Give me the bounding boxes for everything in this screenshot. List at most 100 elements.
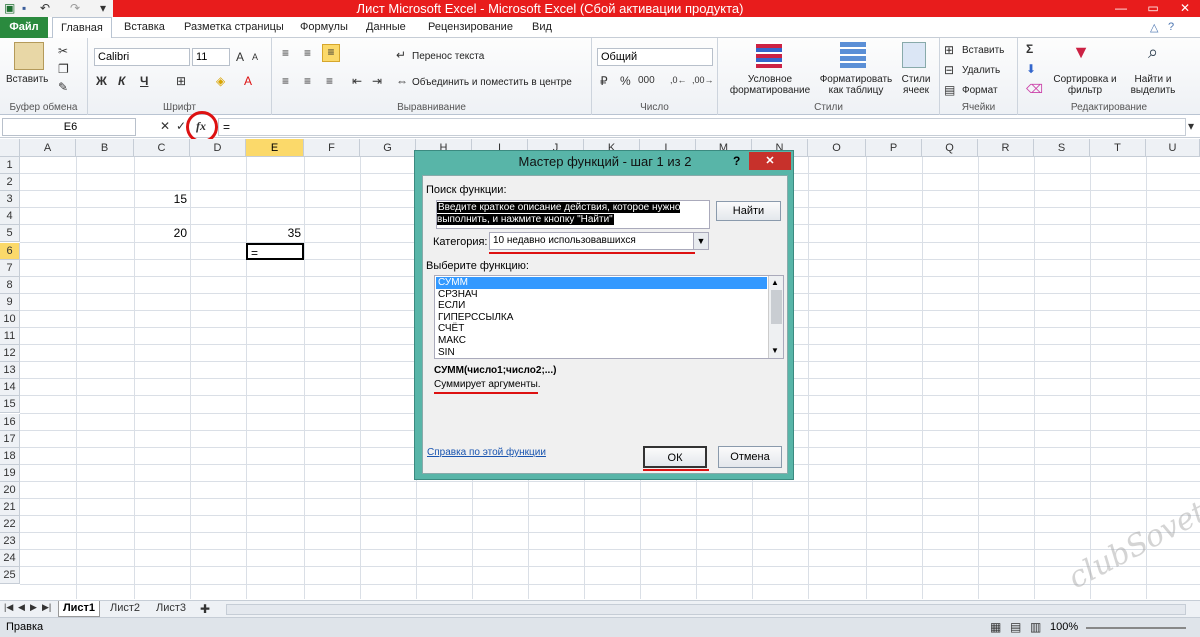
page-break-view-icon[interactable]: ▥ bbox=[1030, 620, 1041, 634]
function-item[interactable]: ЕСЛИ bbox=[436, 300, 767, 312]
row-header[interactable]: 16 bbox=[0, 413, 20, 431]
prev-sheet-icon[interactable]: ◀ bbox=[18, 602, 25, 613]
column-header[interactable]: F bbox=[304, 139, 360, 157]
tab-page-layout[interactable]: Разметка страницы bbox=[176, 17, 292, 38]
normal-view-icon[interactable]: ▦ bbox=[990, 620, 1001, 634]
category-dropdown-icon[interactable]: ▼ bbox=[693, 232, 709, 250]
column-header[interactable]: G bbox=[360, 139, 416, 157]
category-select[interactable]: 10 недавно использовавшихся bbox=[489, 232, 709, 250]
row-header[interactable]: 24 bbox=[0, 550, 20, 568]
align-bottom-icon[interactable]: ≡ bbox=[322, 44, 340, 62]
column-header[interactable]: R bbox=[978, 139, 1034, 157]
paste-icon[interactable] bbox=[14, 42, 44, 70]
cancel-entry-icon[interactable]: ✕ bbox=[160, 119, 170, 133]
row-header[interactable]: 21 bbox=[0, 499, 20, 517]
row-header[interactable]: 10 bbox=[0, 310, 20, 328]
format-painter-icon[interactable]: ✎ bbox=[58, 80, 68, 94]
insert-function-button[interactable]: fx bbox=[196, 119, 206, 134]
decrease-decimal-icon[interactable]: ,00→ bbox=[692, 75, 714, 85]
row-header[interactable]: 12 bbox=[0, 345, 20, 363]
horizontal-scrollbar[interactable] bbox=[226, 604, 1186, 615]
font-color-icon[interactable]: A bbox=[244, 74, 252, 88]
ok-button[interactable]: ОК bbox=[643, 446, 707, 468]
font-size-select[interactable]: 11 bbox=[192, 48, 230, 66]
conditional-format-button[interactable]: Условное форматирование bbox=[722, 74, 818, 96]
italic-button[interactable]: К bbox=[118, 74, 125, 88]
row-header[interactable]: 8 bbox=[0, 276, 20, 294]
new-sheet-icon[interactable]: ✚ bbox=[200, 602, 210, 616]
next-sheet-icon[interactable]: ▶ bbox=[30, 602, 37, 613]
scroll-up-icon[interactable]: ▲ bbox=[771, 278, 779, 287]
function-item[interactable]: SIN bbox=[436, 347, 767, 359]
minimize-button[interactable]: — bbox=[1106, 0, 1136, 17]
find-button[interactable]: Найти bbox=[716, 201, 781, 221]
sheet-tab-1[interactable]: Лист1 bbox=[58, 601, 100, 617]
paste-button[interactable]: Вставить bbox=[6, 74, 48, 85]
format-cells-icon[interactable]: ▤ bbox=[944, 83, 955, 97]
function-item[interactable]: ГИПЕРССЫЛКА bbox=[436, 312, 767, 324]
align-middle-icon[interactable]: ≡ bbox=[304, 46, 311, 60]
enter-entry-icon[interactable]: ✓ bbox=[176, 119, 186, 133]
row-header[interactable]: 23 bbox=[0, 533, 20, 551]
align-right-icon[interactable]: ≡ bbox=[326, 74, 333, 88]
currency-icon[interactable]: ₽ bbox=[600, 74, 608, 88]
sort-filter-button[interactable]: Сортировка и фильтр bbox=[1048, 74, 1122, 96]
cell-e5[interactable]: 35 bbox=[246, 225, 301, 242]
decrease-indent-icon[interactable]: ⇤ bbox=[352, 74, 362, 88]
cut-icon[interactable]: ✂ bbox=[58, 44, 68, 58]
insert-cells-button[interactable]: Вставить bbox=[962, 45, 1004, 56]
last-sheet-icon[interactable]: ▶| bbox=[42, 602, 51, 613]
clear-icon[interactable]: ⌫ bbox=[1026, 82, 1043, 96]
wrap-text-button[interactable]: Перенос текста bbox=[412, 51, 484, 62]
cell-styles-button[interactable]: Стили ячеек bbox=[896, 74, 936, 96]
tab-view[interactable]: Вид bbox=[524, 17, 560, 38]
dialog-help-icon[interactable]: ? bbox=[733, 154, 740, 168]
align-center-icon[interactable]: ≡ bbox=[304, 74, 311, 88]
search-input[interactable]: Введите краткое описание действия, котор… bbox=[436, 200, 710, 229]
row-header[interactable]: 13 bbox=[0, 362, 20, 380]
row-header[interactable]: 9 bbox=[0, 293, 20, 311]
column-header[interactable]: O bbox=[808, 139, 866, 157]
sheet-tab-3[interactable]: Лист3 bbox=[150, 601, 192, 617]
number-format-select[interactable]: Общий bbox=[597, 48, 713, 66]
sort-filter-icon[interactable]: ▼ bbox=[1070, 42, 1092, 68]
function-list[interactable]: СУММ СРЗНАЧ ЕСЛИ ГИПЕРССЫЛКА СЧЁТ МАКС SIN ▲ ▼ bbox=[434, 275, 784, 359]
dialog-close-button[interactable]: ✕ bbox=[749, 152, 791, 170]
column-header[interactable]: P bbox=[866, 139, 922, 157]
insert-cells-icon[interactable]: ⊞ bbox=[944, 43, 954, 57]
find-select-icon[interactable]: ⌕ bbox=[1142, 42, 1164, 68]
align-left-icon[interactable]: ≡ bbox=[282, 74, 289, 88]
format-as-table-button[interactable]: Форматировать как таблицу bbox=[816, 74, 896, 96]
function-item[interactable]: МАКС bbox=[436, 335, 767, 347]
fill-icon[interactable]: ⬇ bbox=[1026, 62, 1036, 76]
row-header[interactable]: 7 bbox=[0, 259, 20, 277]
increase-indent-icon[interactable]: ⇥ bbox=[372, 74, 382, 88]
row-header[interactable]: 4 bbox=[0, 208, 20, 226]
row-header[interactable]: 11 bbox=[0, 328, 20, 346]
wrap-text-icon[interactable]: ↵ bbox=[396, 48, 406, 62]
first-sheet-icon[interactable]: |◀ bbox=[4, 602, 13, 613]
format-cells-button[interactable]: Формат bbox=[962, 85, 998, 96]
scroll-down-icon[interactable]: ▼ bbox=[771, 346, 779, 355]
close-button[interactable]: ✕ bbox=[1170, 0, 1200, 17]
fill-color-icon[interactable]: ◈ bbox=[216, 74, 225, 88]
borders-icon[interactable]: ⊞ bbox=[176, 74, 186, 88]
tab-data[interactable]: Данные bbox=[358, 17, 414, 38]
delete-cells-button[interactable]: Удалить bbox=[962, 65, 1000, 76]
column-header[interactable]: D bbox=[190, 139, 246, 157]
scroll-thumb[interactable] bbox=[771, 290, 782, 324]
page-layout-view-icon[interactable]: ▤ bbox=[1010, 620, 1021, 634]
column-header[interactable]: S bbox=[1034, 139, 1090, 157]
row-header[interactable]: 19 bbox=[0, 464, 20, 482]
column-header[interactable]: B bbox=[76, 139, 134, 157]
row-header[interactable]: 25 bbox=[0, 567, 20, 585]
cancel-button[interactable]: Отмена bbox=[718, 446, 782, 468]
delete-cells-icon[interactable]: ⊟ bbox=[944, 63, 954, 77]
align-top-icon[interactable]: ≡ bbox=[282, 46, 289, 60]
row-header[interactable]: 15 bbox=[0, 396, 20, 414]
row-header[interactable]: 2 bbox=[0, 174, 20, 192]
increase-decimal-icon[interactable]: ,0← bbox=[670, 75, 687, 85]
conditional-format-icon[interactable] bbox=[756, 42, 782, 68]
cell-styles-icon[interactable] bbox=[902, 42, 926, 68]
function-list-scrollbar[interactable]: ▲ ▼ bbox=[768, 276, 783, 358]
